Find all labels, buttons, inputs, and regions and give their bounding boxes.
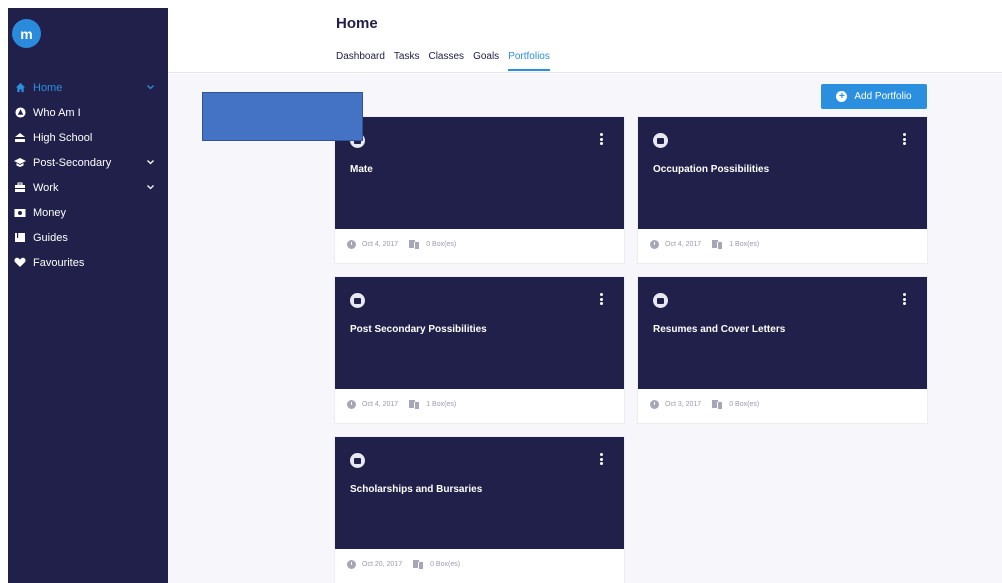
- boxes-icon: [413, 560, 424, 569]
- card-date: Oct 3, 2017: [665, 401, 702, 408]
- card-footer: Oct 4, 2017 1 Box(es): [347, 400, 456, 409]
- briefcase-icon: [14, 182, 26, 194]
- portfolio-card[interactable]: Post Secondary Possibilities Oct 4, 2017…: [335, 277, 624, 423]
- clock-icon: [347, 240, 356, 249]
- chevron-down-icon[interactable]: [146, 184, 154, 192]
- sidebar-item-work[interactable]: Work: [8, 175, 168, 200]
- card-header: Scholarships and Bursaries: [335, 437, 624, 549]
- more-options-icon[interactable]: [901, 132, 907, 146]
- chevron-down-icon[interactable]: [146, 159, 154, 167]
- card-date: Oct 4, 2017: [362, 241, 399, 248]
- card-box-count: 0 Box(es): [430, 561, 461, 568]
- graduation-cap-icon: [14, 157, 26, 169]
- card-title: Resumes and Cover Letters: [653, 324, 786, 335]
- book-icon: [14, 232, 26, 244]
- app-logo[interactable]: m: [12, 19, 41, 48]
- money-icon: [14, 207, 26, 219]
- card-title: Post Secondary Possibilities: [350, 324, 487, 335]
- card-header: Occupation Possibilities: [638, 117, 927, 229]
- tab-goals[interactable]: Goals: [473, 51, 499, 71]
- more-options-icon[interactable]: [901, 292, 907, 306]
- portfolio-card[interactable]: Scholarships and Bursaries Oct 20, 2017 …: [335, 437, 624, 583]
- sidebar-item-post-secondary[interactable]: Post-Secondary: [8, 150, 168, 175]
- home-icon: [14, 82, 26, 94]
- card-footer: Oct 3, 2017 0 Box(es): [650, 400, 759, 409]
- add-portfolio-label: Add Portfolio: [854, 91, 912, 102]
- sidebar-item-label: High School: [33, 131, 93, 144]
- sidebar-item-high-school[interactable]: High School: [8, 125, 168, 150]
- image-icon: [350, 293, 365, 308]
- card-box-count: 0 Box(es): [729, 401, 760, 408]
- card-title: Scholarships and Bursaries: [350, 484, 483, 495]
- sidebar-item-guides[interactable]: Guides: [8, 225, 168, 250]
- window-edge: [0, 0, 8, 583]
- portfolio-card[interactable]: Mate Oct 4, 2017 0 Box(es): [335, 117, 624, 263]
- portfolio-card[interactable]: Resumes and Cover Letters Oct 3, 2017 0 …: [638, 277, 927, 423]
- card-footer: Oct 20, 2017 0 Box(es): [347, 560, 460, 569]
- more-options-icon[interactable]: [598, 132, 604, 146]
- tab-dashboard[interactable]: Dashboard: [336, 51, 385, 71]
- clock-icon: [347, 560, 356, 569]
- sidebar-item-label: Post-Secondary: [33, 156, 112, 169]
- card-date: Oct 4, 2017: [362, 401, 399, 408]
- clock-icon: [347, 400, 356, 409]
- add-portfolio-button[interactable]: + Add Portfolio: [821, 84, 927, 109]
- more-options-icon[interactable]: [598, 452, 604, 466]
- card-box-count: 0 Box(es): [426, 241, 457, 248]
- sidebar-nav: Home Who Am I High School Post-Secondary: [8, 75, 168, 275]
- clock-icon: [650, 400, 659, 409]
- portfolio-card[interactable]: Occupation Possibilities Oct 4, 2017 1 B…: [638, 117, 927, 263]
- clock-icon: [650, 240, 659, 249]
- boxes-icon: [712, 240, 723, 249]
- sidebar-item-who-am-i[interactable]: Who Am I: [8, 100, 168, 125]
- card-footer: Oct 4, 2017 0 Box(es): [347, 240, 456, 249]
- boxes-icon: [409, 240, 420, 249]
- image-icon: [653, 293, 668, 308]
- card-header: Mate: [335, 117, 624, 229]
- sidebar: m Home Who Am I High School Post-Seconda…: [8, 8, 168, 583]
- card-footer: Oct 4, 2017 1 Box(es): [650, 240, 759, 249]
- user-circle-icon: [14, 107, 26, 119]
- image-icon: [653, 133, 668, 148]
- card-header: Post Secondary Possibilities: [335, 277, 624, 389]
- redaction-box: [202, 92, 363, 141]
- sidebar-item-label: Guides: [33, 231, 68, 244]
- image-icon: [350, 453, 365, 468]
- sidebar-item-label: Home: [33, 81, 63, 94]
- boxes-icon: [409, 400, 420, 409]
- page-title: Home: [336, 15, 378, 32]
- card-box-count: 1 Box(es): [426, 401, 457, 408]
- tab-classes[interactable]: Classes: [428, 51, 464, 71]
- portfolio-area: + Add Portfolio Mate Oct 4, 2017 0 Box(e…: [168, 74, 1002, 583]
- card-date: Oct 4, 2017: [665, 241, 702, 248]
- page-header: Home Dashboard Tasks Classes Goals Portf…: [168, 0, 1002, 73]
- boxes-icon: [712, 400, 723, 409]
- card-date: Oct 20, 2017: [362, 561, 403, 568]
- sidebar-item-home[interactable]: Home: [8, 75, 168, 100]
- tab-bar: Dashboard Tasks Classes Goals Portfolios: [336, 51, 559, 71]
- sidebar-item-label: Who Am I: [33, 106, 81, 119]
- sidebar-item-money[interactable]: Money: [8, 200, 168, 225]
- card-header: Resumes and Cover Letters: [638, 277, 927, 389]
- sidebar-item-favourites[interactable]: Favourites: [8, 250, 168, 275]
- heart-icon: [14, 257, 26, 269]
- sidebar-item-label: Money: [33, 206, 67, 219]
- card-box-count: 1 Box(es): [729, 241, 760, 248]
- tab-tasks[interactable]: Tasks: [394, 51, 420, 71]
- tab-portfolios[interactable]: Portfolios: [508, 51, 550, 71]
- card-title: Occupation Possibilities: [653, 164, 770, 175]
- sidebar-item-label: Work: [33, 181, 59, 194]
- chevron-down-icon[interactable]: [146, 84, 154, 92]
- sidebar-item-label: Favourites: [33, 256, 85, 269]
- school-icon: [14, 132, 26, 144]
- more-options-icon[interactable]: [598, 292, 604, 306]
- plus-icon: +: [836, 91, 848, 102]
- card-title: Mate: [350, 164, 373, 175]
